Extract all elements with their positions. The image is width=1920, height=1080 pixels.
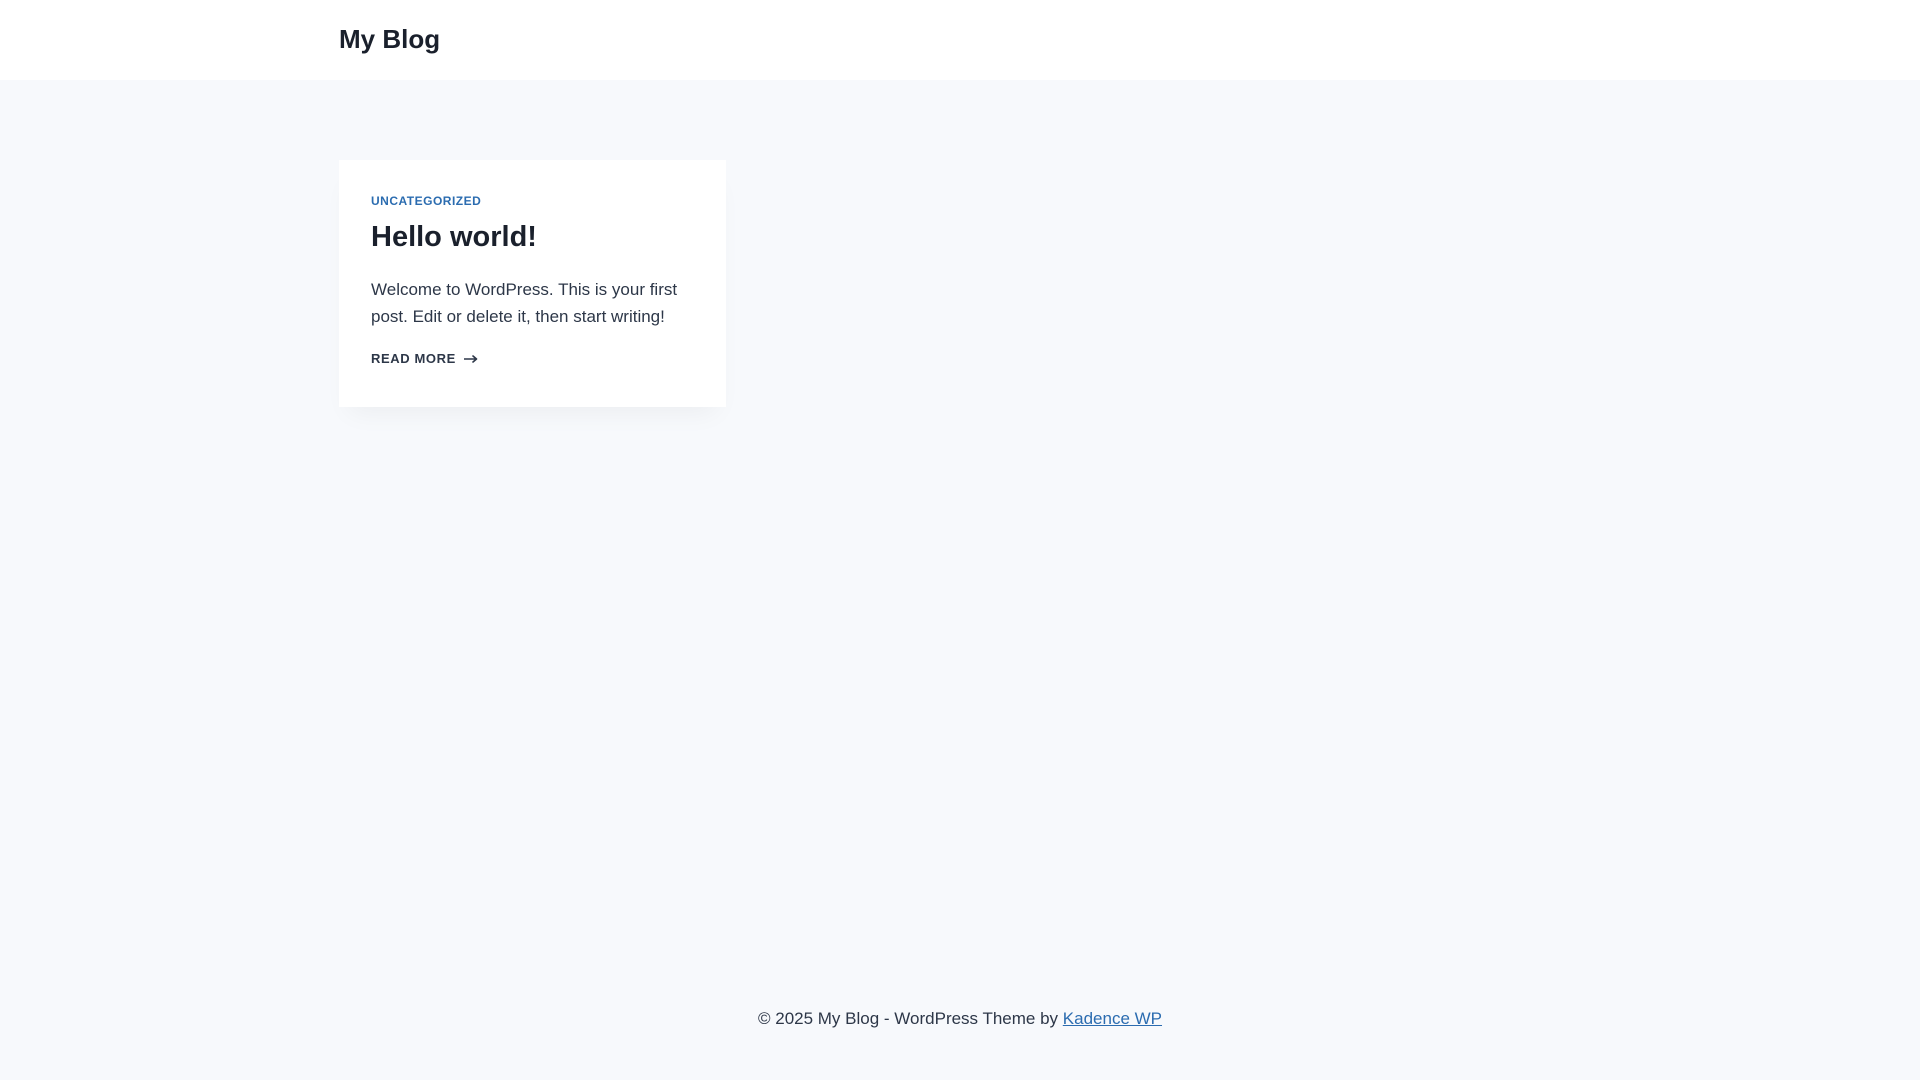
post-excerpt: Welcome to WordPress. This is your first… [371,280,678,326]
site-footer: © 2025 My Blog - WordPress Theme by Kade… [0,1005,1920,1033]
footer-copyright: © 2025 My Blog - WordPress Theme by [757,1009,1063,1028]
post-title-link[interactable]: Hello world! [371,217,537,257]
read-more-link[interactable]: READ MORE [371,351,478,366]
site-title-link[interactable]: My Blog [339,20,440,58]
kadence-wp-link[interactable]: Kadence WP [1063,1009,1162,1028]
site-header: My Blog [0,0,1920,80]
post-category-link[interactable]: UNCATEGORIZED [371,194,481,208]
arrow-right-icon [463,354,478,363]
read-more-label: READ MORE [371,351,456,366]
post-card: UNCATEGORIZED Hello world! Welcome to Wo… [339,160,726,407]
